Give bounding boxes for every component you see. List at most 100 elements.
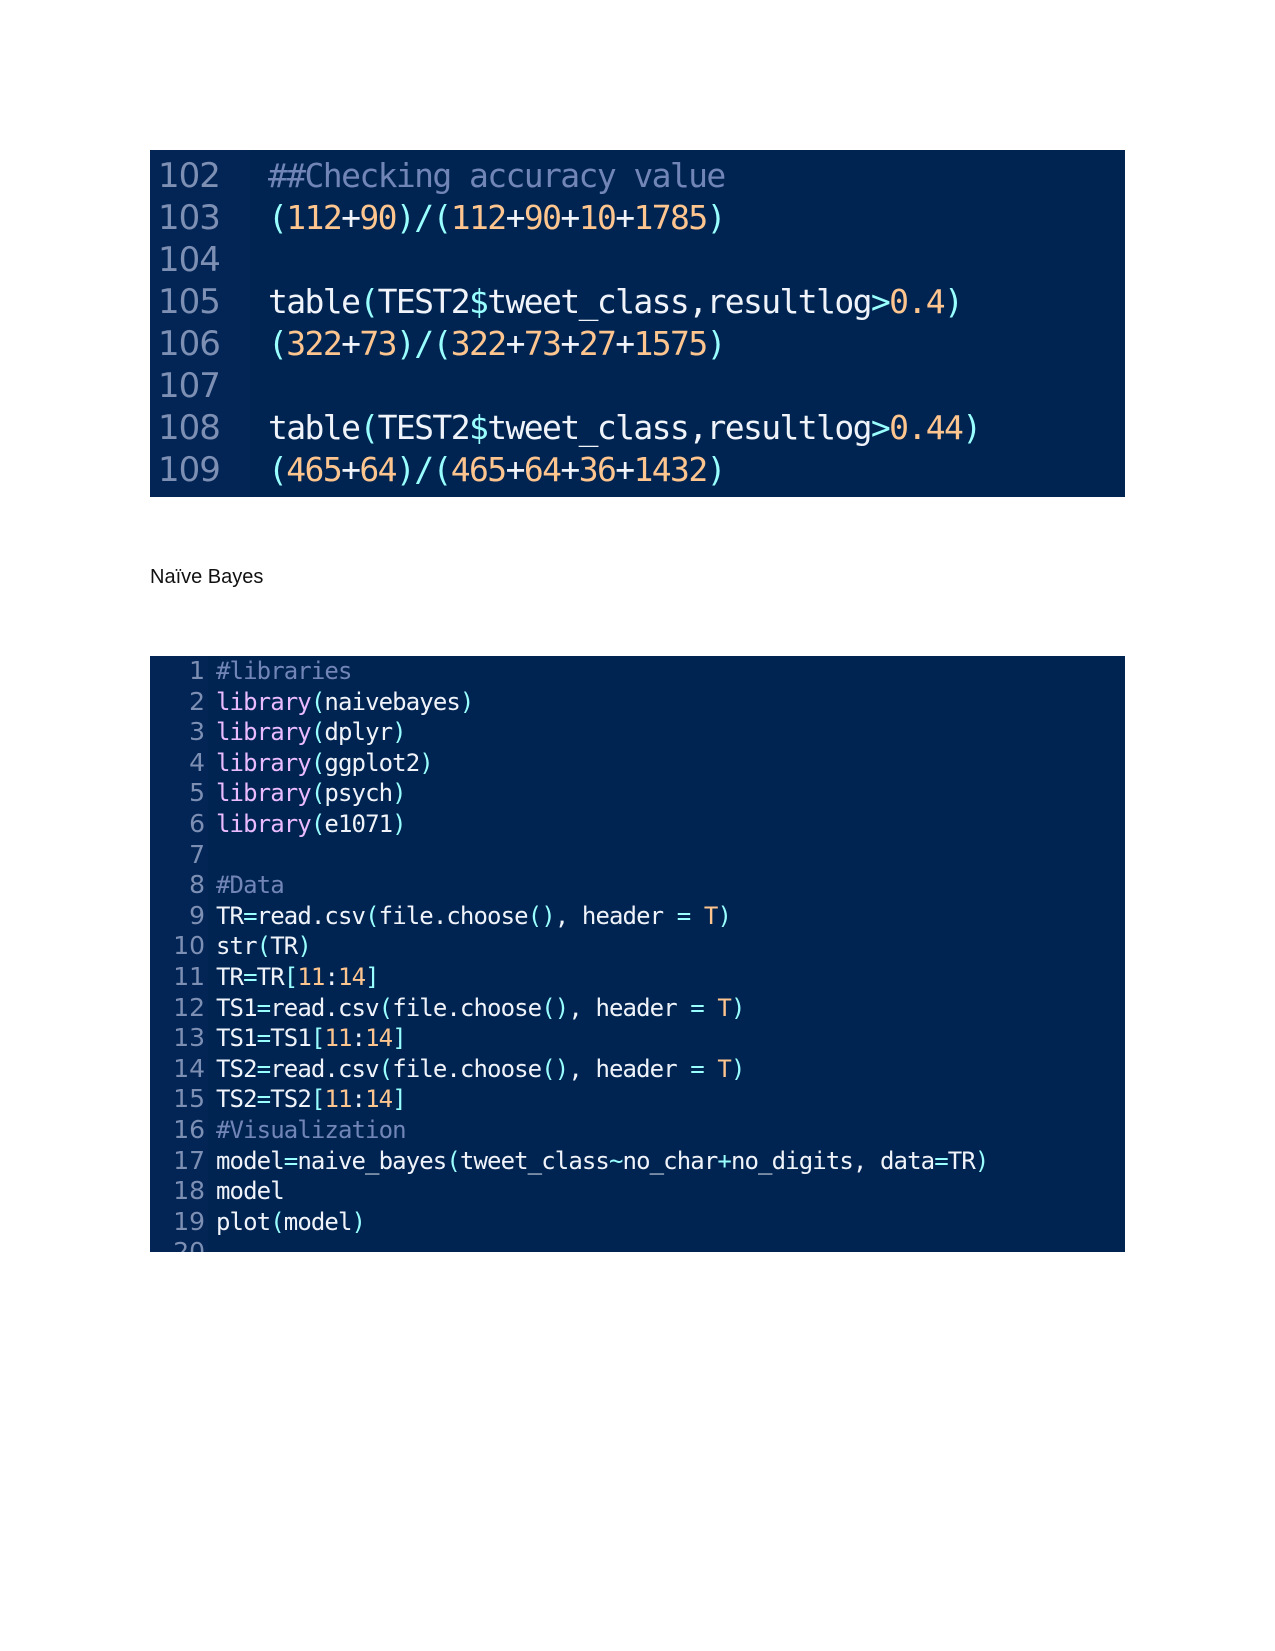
code-token-paren: ( [359, 282, 379, 321]
code-token-plain: naive_bayes [297, 1146, 447, 1175]
code-token-fn: library [216, 748, 312, 777]
code-token-plain: TS2 [270, 1085, 312, 1114]
code-token-paren: ( [310, 810, 325, 838]
line-number: 19 [173, 1206, 205, 1236]
code-line: 5 library(psych) [150, 778, 1125, 809]
code-token-num: 112 [450, 198, 507, 237]
code-token-plain: + [505, 324, 526, 363]
line-number: 106 [158, 324, 221, 364]
code-text: table(TEST2$tweet_class,resultlog>0.44) [268, 407, 982, 449]
code-token-num: 36 [578, 450, 617, 489]
code-token-num: 14 [365, 1085, 393, 1114]
code-line: 105 table(TEST2$tweet_class,resultlog>0.4… [150, 281, 1125, 323]
code-token-op: = [256, 1054, 271, 1083]
code-token-op: = [283, 1146, 298, 1175]
code-token-plain: dplyr [324, 718, 393, 747]
code-token-plain: TS1 [216, 1024, 258, 1053]
code-token-plain: + [615, 324, 635, 363]
code-token-plain: + [505, 198, 526, 237]
code-token-plain: + [341, 198, 361, 237]
code-token-op: > [870, 408, 891, 447]
code-text: TR=read.csv(file.choose(), header = T) [216, 901, 732, 932]
code-text: str(TR) [216, 931, 312, 962]
code-token-paren: ( [432, 324, 452, 363]
code-text: (112+90)/(112+90+10+1785) [268, 197, 727, 239]
code-token-plain: + [505, 450, 526, 489]
code-token-plain: TS1 [270, 1024, 312, 1053]
code-line: 12 TS1=read.csv(file.choose(), header = T… [150, 993, 1125, 1024]
code-token-plain: file.choose [392, 993, 542, 1022]
code-token-num: 11 [297, 963, 325, 991]
code-token-paren: ( [378, 1054, 393, 1083]
code-token-paren: ) [706, 324, 727, 363]
code-token-plain: , header [568, 1054, 691, 1083]
code-token-op: = [690, 993, 704, 1022]
code-token-op: / [414, 450, 434, 489]
code-token-plain: no_digits, data [730, 1146, 935, 1175]
code-token-plain: TR [947, 1146, 976, 1175]
code-token-plain: TR [270, 932, 298, 961]
code-token-op: = [243, 901, 257, 930]
code-token-plain: + [341, 450, 361, 489]
code-token-plain: e1071 [324, 810, 393, 838]
line-number: 4 [189, 747, 205, 777]
code-token-paren: ) [459, 687, 474, 716]
line-number: 20 [173, 1237, 205, 1252]
code-line: 17 model=naive_bayes(tweet_class~no_char+… [150, 1146, 1125, 1177]
code-token-op: $ [468, 408, 489, 447]
code-token-plain: read.csv [270, 993, 379, 1022]
line-number: 103 [158, 198, 221, 238]
code-token-paren: ) [974, 1146, 989, 1175]
line-number: 2 [189, 686, 205, 716]
code-line: 10 str(TR) [150, 931, 1125, 962]
code-token-paren: ] [392, 1085, 406, 1114]
code-token-paren: ( [310, 718, 325, 747]
code-token-comment: #libraries [216, 657, 352, 685]
code-token-paren: ) [395, 324, 416, 363]
code-token-paren: ) [395, 450, 416, 489]
code-token-paren: ( [268, 450, 288, 489]
code-token-paren: ( [365, 901, 379, 930]
code-token-num: 10 [578, 198, 617, 237]
code-token-paren: ) [392, 718, 406, 747]
code-token-paren: ( [310, 687, 325, 716]
code-token-plain: naivebayes [324, 687, 460, 716]
code-token-num: 11 [324, 1085, 352, 1114]
code-token-paren: ) [706, 198, 727, 237]
code-line: 102 ##Checking accuracy value [150, 155, 1125, 197]
line-number: 11 [173, 962, 205, 991]
code-token-plain: TR [216, 901, 244, 930]
code-text: TR=TR[11:14] [216, 962, 380, 993]
code-token-num: 73 [523, 324, 562, 363]
code-token-plain: , header [554, 901, 677, 930]
line-number: 18 [173, 1176, 205, 1206]
code-token-num: 11 [324, 1024, 352, 1053]
code-line: 108 table(TEST2$tweet_class,resultlog>0.4… [150, 407, 1125, 449]
code-token-op: = [934, 1146, 948, 1175]
code-token-paren: ( [270, 1207, 284, 1236]
code-line: 20 [150, 1237, 1125, 1252]
code-token-plain: TS2 [216, 1085, 258, 1114]
line-number: 15 [173, 1084, 205, 1114]
code-token-op: $ [468, 282, 489, 321]
code-token-paren: ) [419, 748, 433, 777]
code-text: library(ggplot2) [216, 748, 434, 779]
code-token-fn: library [216, 687, 312, 716]
code-token-num: 465 [450, 450, 507, 489]
code-token-op: > [870, 282, 891, 321]
code-token-plain: tweet_class [459, 1146, 610, 1175]
code-token-fn: library [216, 810, 312, 838]
line-number: 5 [189, 778, 205, 808]
line-number: 102 [158, 156, 221, 196]
code-text: (465+64)/(465+64+36+1432) [268, 449, 727, 491]
code-text: library(dplyr) [216, 717, 407, 748]
code-token-plain: model [283, 1207, 353, 1236]
code-token-plain: no_char [622, 1146, 719, 1175]
line-number: 107 [158, 366, 221, 406]
code-token-paren: ) [962, 408, 982, 447]
code-token-paren: [ [310, 1024, 325, 1053]
code-token-plain: plot [216, 1207, 271, 1236]
code-token-num: 14 [365, 1024, 393, 1053]
code-token-op: / [414, 324, 434, 363]
code-line: 2 library(naivebayes) [150, 687, 1125, 718]
